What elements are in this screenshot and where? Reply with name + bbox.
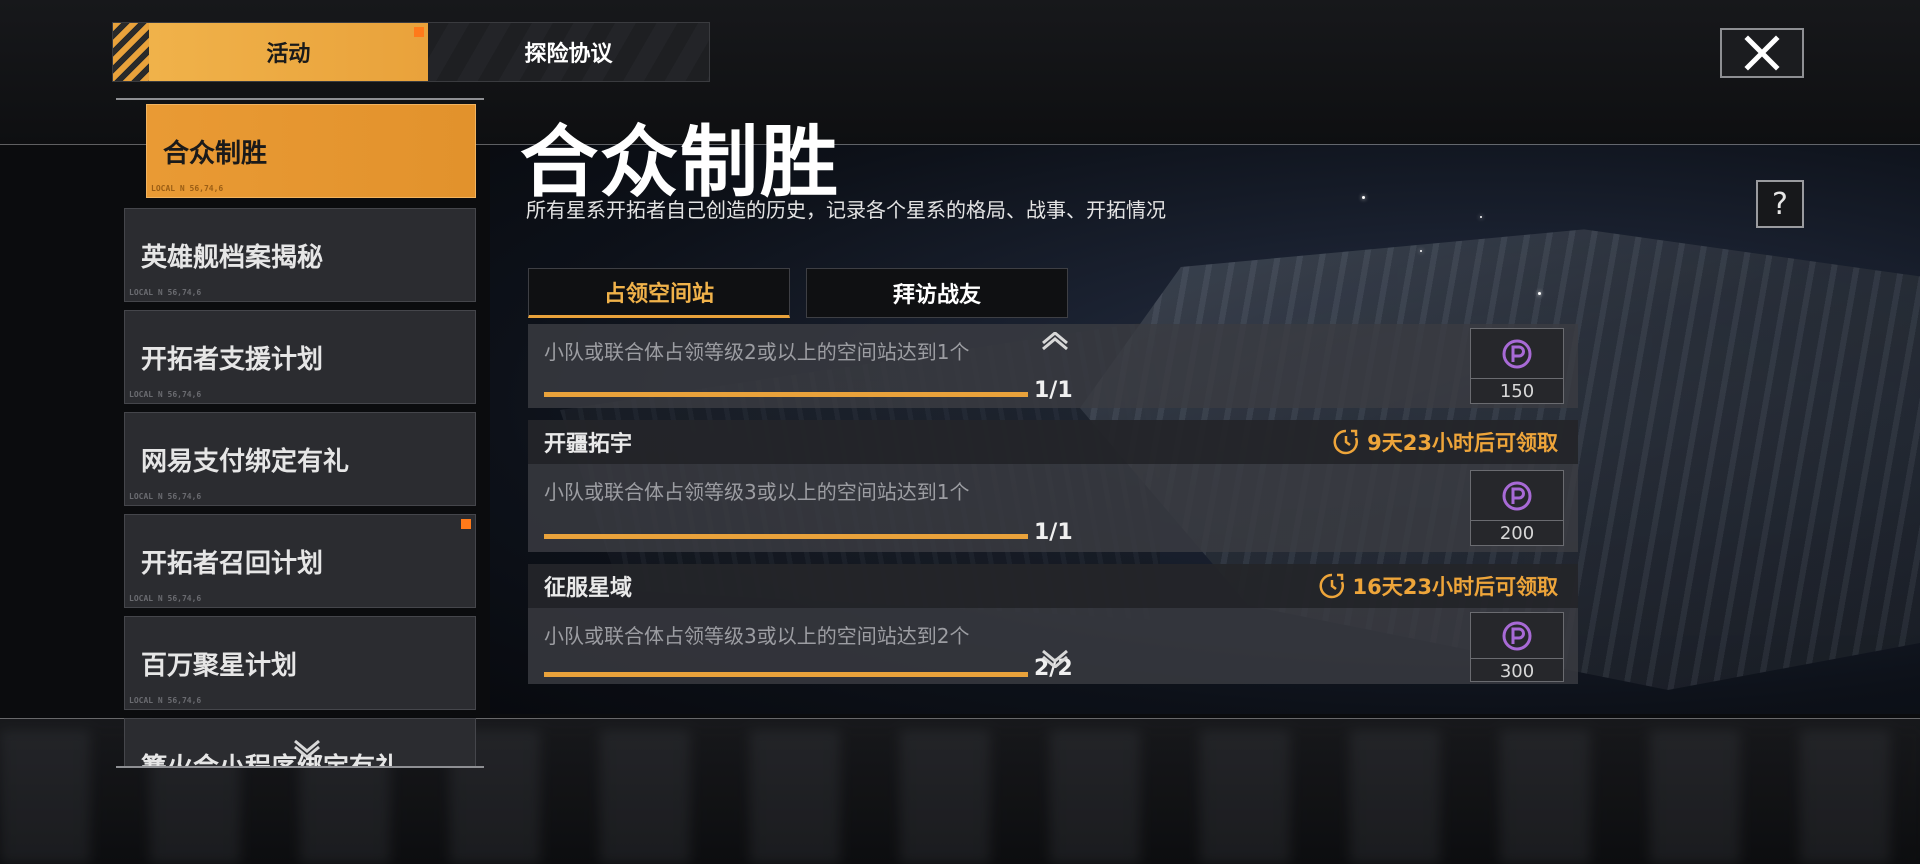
sidebar-item-label: 英雄舰档案揭秘: [141, 242, 324, 273]
task-item: 小队或联合体占领等级3或以上的空间站达到1个 1/1 200: [528, 464, 1578, 552]
sidebar-item-pioneer-recall[interactable]: 开拓者召回计划 LOCAL N 56,74,6: [124, 514, 476, 608]
sidebar-item-million-stars[interactable]: 百万聚星计划 LOCAL N 56,74,6: [124, 616, 476, 710]
task-list[interactable]: 小队或联合体占领等级2或以上的空间站达到1个 1/1 150 开疆拓宇 9天23…: [528, 324, 1578, 684]
sidebar-item-label: 开拓者支援计划: [141, 344, 324, 375]
notification-dot: [413, 27, 424, 37]
sidebar-item-pioneer-support[interactable]: 开拓者支援计划 LOCAL N 56,74,6: [124, 310, 476, 404]
task-description: 小队或联合体占领等级3或以上的空间站达到1个: [544, 480, 970, 504]
sidebar-item-hero-ship[interactable]: 英雄舰档案揭秘 LOCAL N 56,74,6: [124, 208, 476, 302]
sidebar-item-label: 网易支付绑定有礼: [141, 446, 350, 477]
reward-amount: 150: [1499, 380, 1535, 402]
sidebar-item-label: 合众制胜: [163, 138, 268, 169]
chevron-down-icon[interactable]: [292, 738, 322, 762]
star: [1538, 292, 1541, 295]
task-item: 小队或联合体占领等级3或以上的空间站达到2个 2/2 300: [528, 608, 1578, 684]
tab-expedition-protocol[interactable]: 探险协议: [427, 23, 709, 81]
help-icon: ?: [1772, 186, 1788, 222]
tab-activities-label: 活动: [266, 42, 311, 67]
task-header: 征服星域 16天23小时后可领取: [528, 564, 1578, 608]
sidebar-item-tag: LOCAL N 56,74,6: [129, 696, 202, 705]
sub-tab-bar: 占领空间站 拜访战友: [528, 268, 1068, 318]
sidebar-item-label: 篝火会小程序绑定有礼: [141, 752, 402, 768]
clock-icon: [1319, 573, 1344, 599]
star: [1480, 216, 1482, 218]
chevron-up-icon[interactable]: [1040, 331, 1070, 356]
tab-visit-comrades-label: 拜访战友: [892, 283, 981, 308]
progress-text: 1/1: [1034, 520, 1073, 545]
notification-dot: [461, 519, 471, 529]
star: [1420, 250, 1422, 252]
task-header: 开疆拓宇 9天23小时后可领取: [528, 420, 1578, 464]
tab-occupy-station[interactable]: 占领空间站: [528, 268, 790, 318]
reward-amount: 200: [1499, 522, 1535, 544]
task-item: 小队或联合体占领等级2或以上的空间站达到1个 1/1 150: [528, 324, 1578, 408]
sidebar-item-netease-pay[interactable]: 网易支付绑定有礼 LOCAL N 56,74,6: [124, 412, 476, 506]
tab-bar-stripe: [113, 23, 149, 81]
tab-visit-comrades[interactable]: 拜访战友: [806, 268, 1068, 318]
task-timer: 9天23小时后可领取: [1333, 427, 1558, 457]
sidebar-item-tag: LOCAL N 56,74,6: [129, 594, 202, 603]
sidebar-item-label: 百万聚星计划: [141, 650, 298, 681]
reward-box[interactable]: 200: [1470, 470, 1564, 546]
page-subtitle: 所有星系开拓者自己创造的历史，记录各个星系的格局、战事、开拓情况: [526, 198, 1166, 222]
coin-icon: [1471, 613, 1563, 659]
sidebar-item-label: 开拓者召回计划: [141, 548, 324, 579]
tab-expedition-label: 探险协议: [524, 42, 613, 67]
star: [1362, 196, 1365, 199]
sidebar-item-tag: LOCAL N 56,74,6: [129, 492, 202, 501]
tab-activities[interactable]: 活动: [148, 23, 428, 81]
progress-bar: [544, 534, 1028, 539]
sidebar-item-tag: LOCAL N 56,74,6: [151, 184, 224, 193]
task-name: 征服星域: [544, 576, 633, 601]
sidebar-item-hezhong[interactable]: 合众制胜 LOCAL N 56,74,6: [146, 104, 476, 198]
progress-text: 1/1: [1034, 378, 1073, 403]
sidebar-item-tag: LOCAL N 56,74,6: [129, 390, 202, 399]
reward-box[interactable]: 150: [1470, 328, 1564, 404]
sidebar-item-tag: LOCAL N 56,74,6: [129, 288, 202, 297]
top-tab-bar: 活动 探险协议: [112, 22, 710, 82]
timer-text: 16天23小时后可领取: [1352, 575, 1558, 599]
timer-text: 9天23小时后可领取: [1367, 431, 1558, 455]
task-description: 小队或联合体占领等级3或以上的空间站达到2个: [544, 624, 970, 648]
chevron-down-icon[interactable]: [1040, 648, 1070, 672]
help-button[interactable]: ?: [1756, 180, 1804, 228]
reward-box[interactable]: 300: [1470, 612, 1564, 682]
reward-amount: 300: [1499, 660, 1535, 682]
activity-sidebar[interactable]: 合众制胜 LOCAL N 56,74,6 英雄舰档案揭秘 LOCAL N 56,…: [116, 98, 484, 768]
coin-icon: [1471, 471, 1563, 521]
close-icon: [1744, 35, 1780, 71]
coin-icon: [1471, 329, 1563, 379]
progress-bar: [544, 672, 1028, 677]
close-button[interactable]: [1720, 28, 1804, 78]
progress-bar: [544, 392, 1028, 397]
tab-occupy-station-label: 占领空间站: [603, 282, 714, 307]
clock-icon: [1333, 429, 1359, 455]
task-timer: 16天23小时后可领取: [1319, 571, 1558, 601]
task-description: 小队或联合体占领等级2或以上的空间站达到1个: [544, 340, 970, 364]
task-name: 开疆拓宇: [544, 432, 633, 457]
